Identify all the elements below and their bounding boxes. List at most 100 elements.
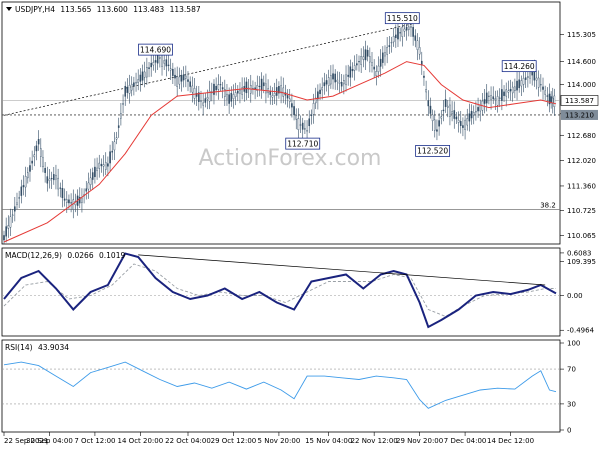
price-tick-label: 114.600 [567,58,596,66]
candle-body [472,112,475,116]
candle-body [161,54,163,67]
candle-body [401,26,404,37]
candle-body [96,167,98,171]
rsi-label: RSI(14) [5,343,33,352]
candle-body [492,96,495,100]
candle-body [459,121,462,126]
candle-body [81,197,83,203]
candle-body [7,225,10,229]
candle-body [544,90,546,95]
candle-body [379,58,382,67]
candle-body [479,105,482,112]
candle-body [165,59,168,67]
candle-body [501,89,503,101]
candle-body [143,71,146,78]
candle-body [117,125,120,128]
candle-body [431,114,434,122]
candle-body [104,162,107,170]
candle-body [477,107,479,112]
candle-body [72,199,75,210]
candle-body [410,26,412,28]
watermark: ActionForex.com [199,146,382,171]
candle-body [340,81,343,87]
time-tick-label: 22 Oct 04:00 [165,437,211,445]
candle-body [98,162,101,169]
candle-body [107,163,109,167]
candle-body [146,67,148,78]
candle-body [178,76,181,85]
time-tick-label: 14 Oct 20:00 [118,437,164,445]
ohlc-close: 113.587 [170,5,201,14]
candle-body [115,137,118,140]
candle-body [511,86,514,94]
candle-body [442,109,445,112]
candle-body [236,90,239,94]
candle-body [358,61,360,63]
candle-body [343,80,345,85]
candle-body [488,95,490,97]
candle-body [332,73,334,80]
candle-body [37,139,40,145]
candle-body [228,94,230,104]
candle-body [55,174,57,180]
candle-body [392,36,395,43]
candle-body [455,116,458,120]
candle-body [221,87,224,90]
candle-body [369,56,371,63]
candle-body [139,74,142,82]
candle-body [288,98,291,102]
candle-body [262,82,265,87]
candle-body [388,45,391,47]
price-annotation-label: 114.690 [140,45,171,54]
candle-body [423,75,425,78]
candle-body [35,145,38,152]
candle-body [191,85,194,93]
candle-body [150,62,153,68]
candle-body [464,119,466,130]
price-tick-label: 110.065 [567,232,596,240]
candle-body [152,62,155,66]
candle-body [408,26,410,30]
candle-body [325,80,328,85]
candle-body [503,91,505,96]
candle-body [109,151,111,164]
candle-body [485,92,488,104]
candle-body [301,122,304,130]
candle-body [245,81,248,94]
candle-body [70,202,72,204]
candle-body [414,35,417,41]
price-annotation-label: 115.510 [387,14,418,23]
candle-body [94,166,96,178]
candle-body [206,97,209,100]
candle-body [362,56,365,60]
candle-body [373,66,375,70]
candle-body [215,85,217,91]
candle-body [542,86,544,90]
candle-body [213,83,215,95]
candle-body [505,89,508,97]
rsi-value: 43.9034 [38,343,69,352]
candle-body [405,26,408,31]
candle-body [364,49,367,61]
candle-body [52,174,55,181]
candle-body [468,113,471,122]
candle-body [59,187,62,189]
price-tick-label: 114.000 [567,81,596,89]
candle-body [520,80,523,87]
candle-body [347,74,349,77]
candle-body [265,83,267,94]
candle-body [44,168,46,173]
candle-body [527,76,529,78]
candle-body [334,73,337,83]
candle-body [182,74,185,81]
candle-body [31,160,33,164]
candle-body [282,87,285,97]
candle-body [269,91,272,95]
candle-body [449,104,451,117]
candle-body [217,84,220,90]
rsi-tick-label: 70 [567,366,576,374]
candle-body [33,154,36,158]
candle-body [351,69,354,72]
candle-body [16,202,18,205]
candle-body [397,27,399,40]
